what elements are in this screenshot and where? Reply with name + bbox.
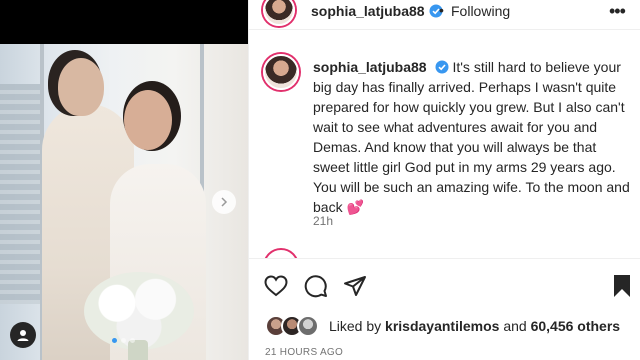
tagged-users-button[interactable]	[10, 322, 36, 348]
caption-body: It's still hard to believe your big day …	[313, 59, 630, 215]
liker-username[interactable]: krisdayantilemos	[385, 318, 499, 334]
liker-avatars[interactable]	[265, 315, 321, 337]
post-header: sophia_latjuba88 • Following •••	[249, 0, 640, 30]
more-options-icon[interactable]: •••	[609, 2, 626, 20]
comment-bubble-icon	[304, 275, 327, 298]
carousel-dot	[121, 338, 126, 343]
verified-badge-icon	[435, 60, 449, 74]
share-button[interactable]	[342, 273, 368, 299]
likes-prefix: Liked by	[329, 318, 382, 334]
likes-count[interactable]: 60,456 others	[531, 318, 621, 334]
city-skyline	[0, 84, 40, 304]
author-name-row: sophia_latjuba88	[311, 3, 443, 21]
carousel-indicator	[112, 338, 135, 343]
user-tag-icon	[17, 330, 29, 341]
photo-bouquet-stems	[128, 340, 148, 360]
caption-text-block: sophia_latjuba88 It's still hard to beli…	[313, 57, 635, 217]
caption-timestamp[interactable]: 21h	[313, 214, 333, 228]
post-media-panel	[0, 0, 248, 360]
post-date[interactable]: 21 HOURS AGO	[265, 347, 343, 358]
header-separator: •	[439, 2, 444, 18]
following-button[interactable]: Following	[451, 3, 510, 19]
comment-button[interactable]	[303, 273, 329, 299]
photo-face-mother	[58, 58, 104, 116]
author-avatar[interactable]	[263, 0, 295, 26]
bookmark-icon	[614, 275, 630, 297]
carousel-dot	[130, 338, 135, 343]
heart-outline-icon	[264, 275, 288, 297]
chevron-right-icon	[221, 197, 228, 207]
like-button[interactable]	[263, 273, 289, 299]
likes-conjunction: and	[503, 318, 527, 334]
save-button[interactable]	[609, 273, 635, 299]
photo-bouquet	[84, 272, 194, 350]
post-details-panel: sophia_latjuba88 • Following ••• sophia_…	[248, 0, 640, 360]
liker-avatar	[297, 315, 319, 337]
caption-author-avatar[interactable]	[263, 54, 299, 90]
two-hearts-emoji: 💕	[346, 199, 364, 215]
photo-face-bride	[124, 90, 172, 150]
carousel-dot	[112, 338, 117, 343]
instagram-post-view: sophia_latjuba88 • Following ••• sophia_…	[0, 0, 640, 360]
post-actions-section: Liked by krisdayantilemos and 60,456 oth…	[249, 258, 640, 360]
likes-summary: Liked by krisdayantilemos and 60,456 oth…	[265, 315, 620, 337]
author-username[interactable]: sophia_latjuba88	[311, 3, 425, 19]
caption-username[interactable]: sophia_latjuba88	[313, 59, 427, 75]
post-photo[interactable]	[0, 44, 248, 360]
carousel-next-button[interactable]	[212, 190, 236, 214]
paper-plane-icon	[344, 276, 366, 296]
